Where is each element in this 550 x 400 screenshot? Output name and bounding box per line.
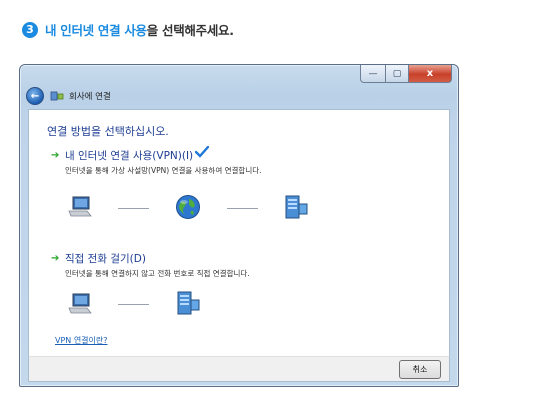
connection-line (118, 208, 149, 209)
option-title: 내 인터넷 연결 사용(VPN)(I) (65, 150, 194, 162)
computer-icon (68, 293, 92, 314)
step-rest: 을 선택해주세요. (146, 23, 234, 38)
option-title: 직접 전화 걸기(D) (65, 253, 146, 265)
computer-icon (68, 196, 92, 217)
globe-icon (176, 195, 200, 219)
step-instruction: 내 인터넷 연결 사용을 선택해주세요. (45, 20, 234, 39)
connection-line (227, 208, 258, 209)
step-highlight: 내 인터넷 연결 사용 (45, 23, 147, 38)
step-header: 3 내 인터넷 연결 사용을 선택해주세요. (22, 20, 234, 39)
checkmark-icon (195, 145, 210, 158)
network-wizard-icon (50, 91, 64, 101)
server-icon (177, 291, 200, 315)
green-arrow-icon: ➔ (51, 253, 60, 264)
cancel-button[interactable]: 취소 (399, 360, 441, 379)
green-arrow-icon: ➔ (51, 150, 60, 161)
server-icon (285, 195, 308, 219)
option-description: 인터넷을 통해 가상 사설망(VPN) 연결을 사용하여 연결합니다. (65, 166, 262, 175)
window-title: 회사에 연결 (69, 92, 111, 102)
maximize-button[interactable]: ▢ (386, 65, 409, 83)
page-heading: 연결 방법을 선택하십시오. (47, 125, 169, 138)
window-controls: — ▢ x (360, 65, 452, 83)
dialog-footer: 취소 (28, 356, 450, 382)
wizard-content: 연결 방법을 선택하십시오. ➔ 내 인터넷 연결 사용(VPN)(I) 인터넷… (28, 109, 450, 357)
close-button[interactable]: x (409, 65, 452, 83)
option-use-internet-vpn[interactable]: ➔ 내 인터넷 연결 사용(VPN)(I) 인터넷을 통해 가상 사설망(VPN… (51, 145, 262, 176)
connect-to-workplace-dialog: — ▢ x ← 회사에 연결 연결 방법을 선택하십시오. ➔ 내 인터넷 연결… (19, 64, 459, 387)
what-is-vpn-link[interactable]: VPN 연결이란? (55, 335, 108, 346)
option-dial-directly[interactable]: ➔ 직접 전화 걸기(D) 인터넷을 통해 연결하지 않고 전화 번호로 직접 … (51, 251, 250, 279)
option-description: 인터넷을 통해 연결하지 않고 전화 번호로 직접 연결합니다. (65, 269, 250, 278)
connection-line (118, 304, 149, 305)
wizard-nav: ← 회사에 연결 (26, 87, 111, 105)
back-arrow-icon[interactable]: ← (26, 87, 44, 105)
minimize-button[interactable]: — (360, 65, 386, 83)
step-number-badge: 3 (22, 21, 38, 38)
